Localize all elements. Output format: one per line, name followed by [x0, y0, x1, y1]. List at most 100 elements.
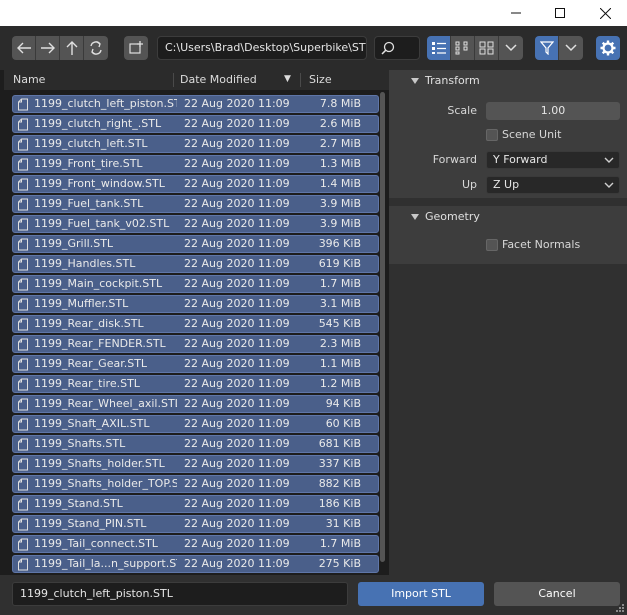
file-row[interactable]: 1199_Rear_tire.STL 22 Aug 2020 11:09 1.2 M… — [12, 375, 379, 393]
thumbnails-button[interactable] — [475, 36, 499, 60]
file-list-panel: Name Date Modified ▼ Size 1199_clutch_le… — [0, 70, 389, 575]
file-name: 1199_Fuel_tank.STL — [34, 197, 144, 210]
column-name-header[interactable]: Name — [13, 70, 45, 90]
file-icon — [18, 558, 28, 571]
minimize-icon — [511, 12, 521, 14]
file-icon — [18, 178, 28, 191]
file-row[interactable]: 1199_Rear_disk.STL 22 Aug 2020 11:09 545 K… — [12, 315, 379, 333]
file-name: 1199_Front_tire.STL — [34, 157, 143, 170]
parent-directory-button[interactable] — [60, 36, 84, 60]
cancel-button[interactable]: Cancel — [494, 582, 620, 606]
file-icon — [18, 118, 28, 131]
scrollbar-thumb[interactable] — [380, 92, 385, 562]
column-divider[interactable] — [173, 73, 174, 87]
column-size-header[interactable]: Size — [309, 70, 332, 90]
transform-section-body: Scale 1.00 Scene Unit Forward Y Forward … — [389, 92, 627, 198]
file-row[interactable]: 1199_clutch_left.STL 22 Aug 2020 11:09 2.7… — [12, 135, 379, 153]
file-icon — [18, 198, 28, 211]
grid-view-icon — [479, 41, 493, 55]
file-name: 1199_Muffler.STL — [34, 297, 129, 310]
new-folder-button[interactable] — [124, 36, 148, 60]
file-icon — [18, 258, 28, 271]
resize-grip-icon[interactable] — [615, 603, 625, 613]
file-row[interactable]: 1199_Fuel_tank_v02.STL 22 Aug 2020 11:09 3… — [12, 215, 379, 233]
file-row[interactable]: 1199_Shafts_holder.STL 22 Aug 2020 11:09 3… — [12, 455, 379, 473]
chevron-down-icon — [565, 44, 577, 52]
file-row[interactable]: 1199_Grill.STL 22 Aug 2020 11:09 396 KiB — [12, 235, 379, 253]
column-date-header[interactable]: Date Modified — [180, 70, 257, 90]
file-size: 1.1 MiB — [319, 357, 361, 370]
sort-descending-icon[interactable]: ▼ — [284, 70, 291, 89]
chevron-down-icon — [604, 182, 614, 188]
file-size: 275 KiB — [318, 557, 361, 570]
file-row[interactable]: 1199_Stand_PIN.STL 22 Aug 2020 11:09 31 Ki… — [12, 515, 379, 533]
file-date: 22 Aug 2020 11:09 — [184, 397, 290, 410]
file-row[interactable]: 1199_Rear_Gear.STL 22 Aug 2020 11:09 1.1 M… — [12, 355, 379, 373]
back-button[interactable] — [12, 36, 36, 60]
operator-options-panel: Transform Scale 1.00 Scene Unit Forward … — [389, 70, 627, 575]
file-list-scrollbar[interactable] — [380, 90, 385, 570]
file-icon — [18, 138, 28, 151]
transform-section-header[interactable]: Transform — [389, 70, 627, 92]
filter-toggle-button[interactable] — [535, 36, 559, 60]
file-row[interactable]: 1199_Fuel_tank.STL 22 Aug 2020 11:09 3.9 M… — [12, 195, 379, 213]
file-date: 22 Aug 2020 11:09 — [184, 217, 290, 230]
facet-normals-checkbox[interactable] — [486, 239, 498, 251]
file-row[interactable]: 1199_Main_cockpit.STL 22 Aug 2020 11:09 1.… — [12, 275, 379, 293]
file-size: 7.8 MiB — [319, 97, 361, 110]
settings-button[interactable] — [596, 36, 620, 60]
column-divider[interactable] — [300, 73, 301, 87]
minimize-button[interactable] — [494, 0, 538, 26]
file-name: 1199_Rear_Wheel_axil.STL — [34, 397, 177, 410]
file-icon — [18, 398, 28, 411]
display-mode-group — [427, 36, 523, 60]
filter-options-dropdown[interactable] — [559, 36, 583, 60]
file-row[interactable]: 1199_Rear_Wheel_axil.STL 22 Aug 2020 11:0… — [12, 395, 379, 413]
horizontal-list-button[interactable] — [451, 36, 475, 60]
maximize-button[interactable] — [538, 0, 582, 26]
file-row[interactable]: 1199_Rear_FENDER.STL 22 Aug 2020 11:09 2.3… — [12, 335, 379, 353]
file-row[interactable]: 1199_Shafts_holder_TOP.S... 22 Aug 2020 1… — [12, 475, 379, 493]
file-date: 22 Aug 2020 11:09 — [184, 477, 290, 490]
gear-icon — [600, 40, 616, 56]
forward-dropdown[interactable]: Y Forward — [486, 151, 620, 169]
up-dropdown[interactable]: Z Up — [486, 176, 620, 194]
file-size: 619 KiB — [318, 257, 361, 270]
scale-field[interactable]: 1.00 — [486, 102, 620, 120]
close-button[interactable] — [583, 0, 627, 26]
file-date: 22 Aug 2020 11:09 — [184, 117, 290, 130]
file-name: 1199_Stand.STL — [34, 497, 123, 510]
path-field[interactable]: C:\Users\Brad\Desktop\Superbike\STL\ — [157, 36, 367, 60]
file-size: 94 KiB — [325, 397, 361, 410]
search-field[interactable] — [374, 36, 420, 60]
close-icon — [599, 7, 611, 19]
refresh-button[interactable] — [84, 36, 108, 60]
file-row[interactable]: 1199_Stand.STL 22 Aug 2020 11:09 186 KiB — [12, 495, 379, 513]
file-row[interactable]: 1199_clutch_left_piston.ST 22 Aug 2020 11… — [12, 95, 379, 113]
file-row[interactable]: 1199_Shafts.STL 22 Aug 2020 11:09 681 KiB — [12, 435, 379, 453]
file-row[interactable]: 1199_Handles.STL 22 Aug 2020 11:09 619 KiB — [12, 255, 379, 273]
file-size: 60 KiB — [325, 417, 361, 430]
file-date: 22 Aug 2020 11:09 — [184, 237, 290, 250]
geometry-section-header[interactable]: Geometry — [389, 206, 627, 228]
file-date: 22 Aug 2020 11:09 — [184, 297, 290, 310]
file-row[interactable]: 1199_Front_window.STL 22 Aug 2020 11:09 1.… — [12, 175, 379, 193]
file-row[interactable]: 1199_Shaft_AXIL.STL 22 Aug 2020 11:09 60 K… — [12, 415, 379, 433]
file-row[interactable]: 1199_Tail_la...n_support.STL 22 Aug 2020 … — [12, 555, 379, 573]
file-size: 337 KiB — [318, 457, 361, 470]
filename-field[interactable]: 1199_clutch_left_piston.STL — [12, 582, 348, 606]
filter-group — [535, 36, 583, 60]
file-row[interactable]: 1199_Tail_connect.STL 22 Aug 2020 11:09 1.… — [12, 535, 379, 553]
file-row[interactable]: 1199_clutch_right_.STL 22 Aug 2020 11:09 2… — [12, 115, 379, 133]
file-name: 1199_clutch_right_.STL — [34, 117, 162, 130]
forward-button[interactable] — [36, 36, 60, 60]
import-stl-button[interactable]: Import STL — [358, 582, 484, 606]
file-row[interactable]: 1199_Muffler.STL 22 Aug 2020 11:09 3.1 MiB — [12, 295, 379, 313]
forward-value: Y Forward — [493, 153, 548, 166]
file-size: 3.1 MiB — [319, 297, 361, 310]
scene-unit-checkbox[interactable] — [486, 129, 498, 141]
vertical-list-button[interactable] — [427, 36, 451, 60]
display-options-dropdown[interactable] — [499, 36, 523, 60]
file-name: 1199_clutch_left.STL — [34, 137, 148, 150]
file-row[interactable]: 1199_Front_tire.STL 22 Aug 2020 11:09 1.3 … — [12, 155, 379, 173]
